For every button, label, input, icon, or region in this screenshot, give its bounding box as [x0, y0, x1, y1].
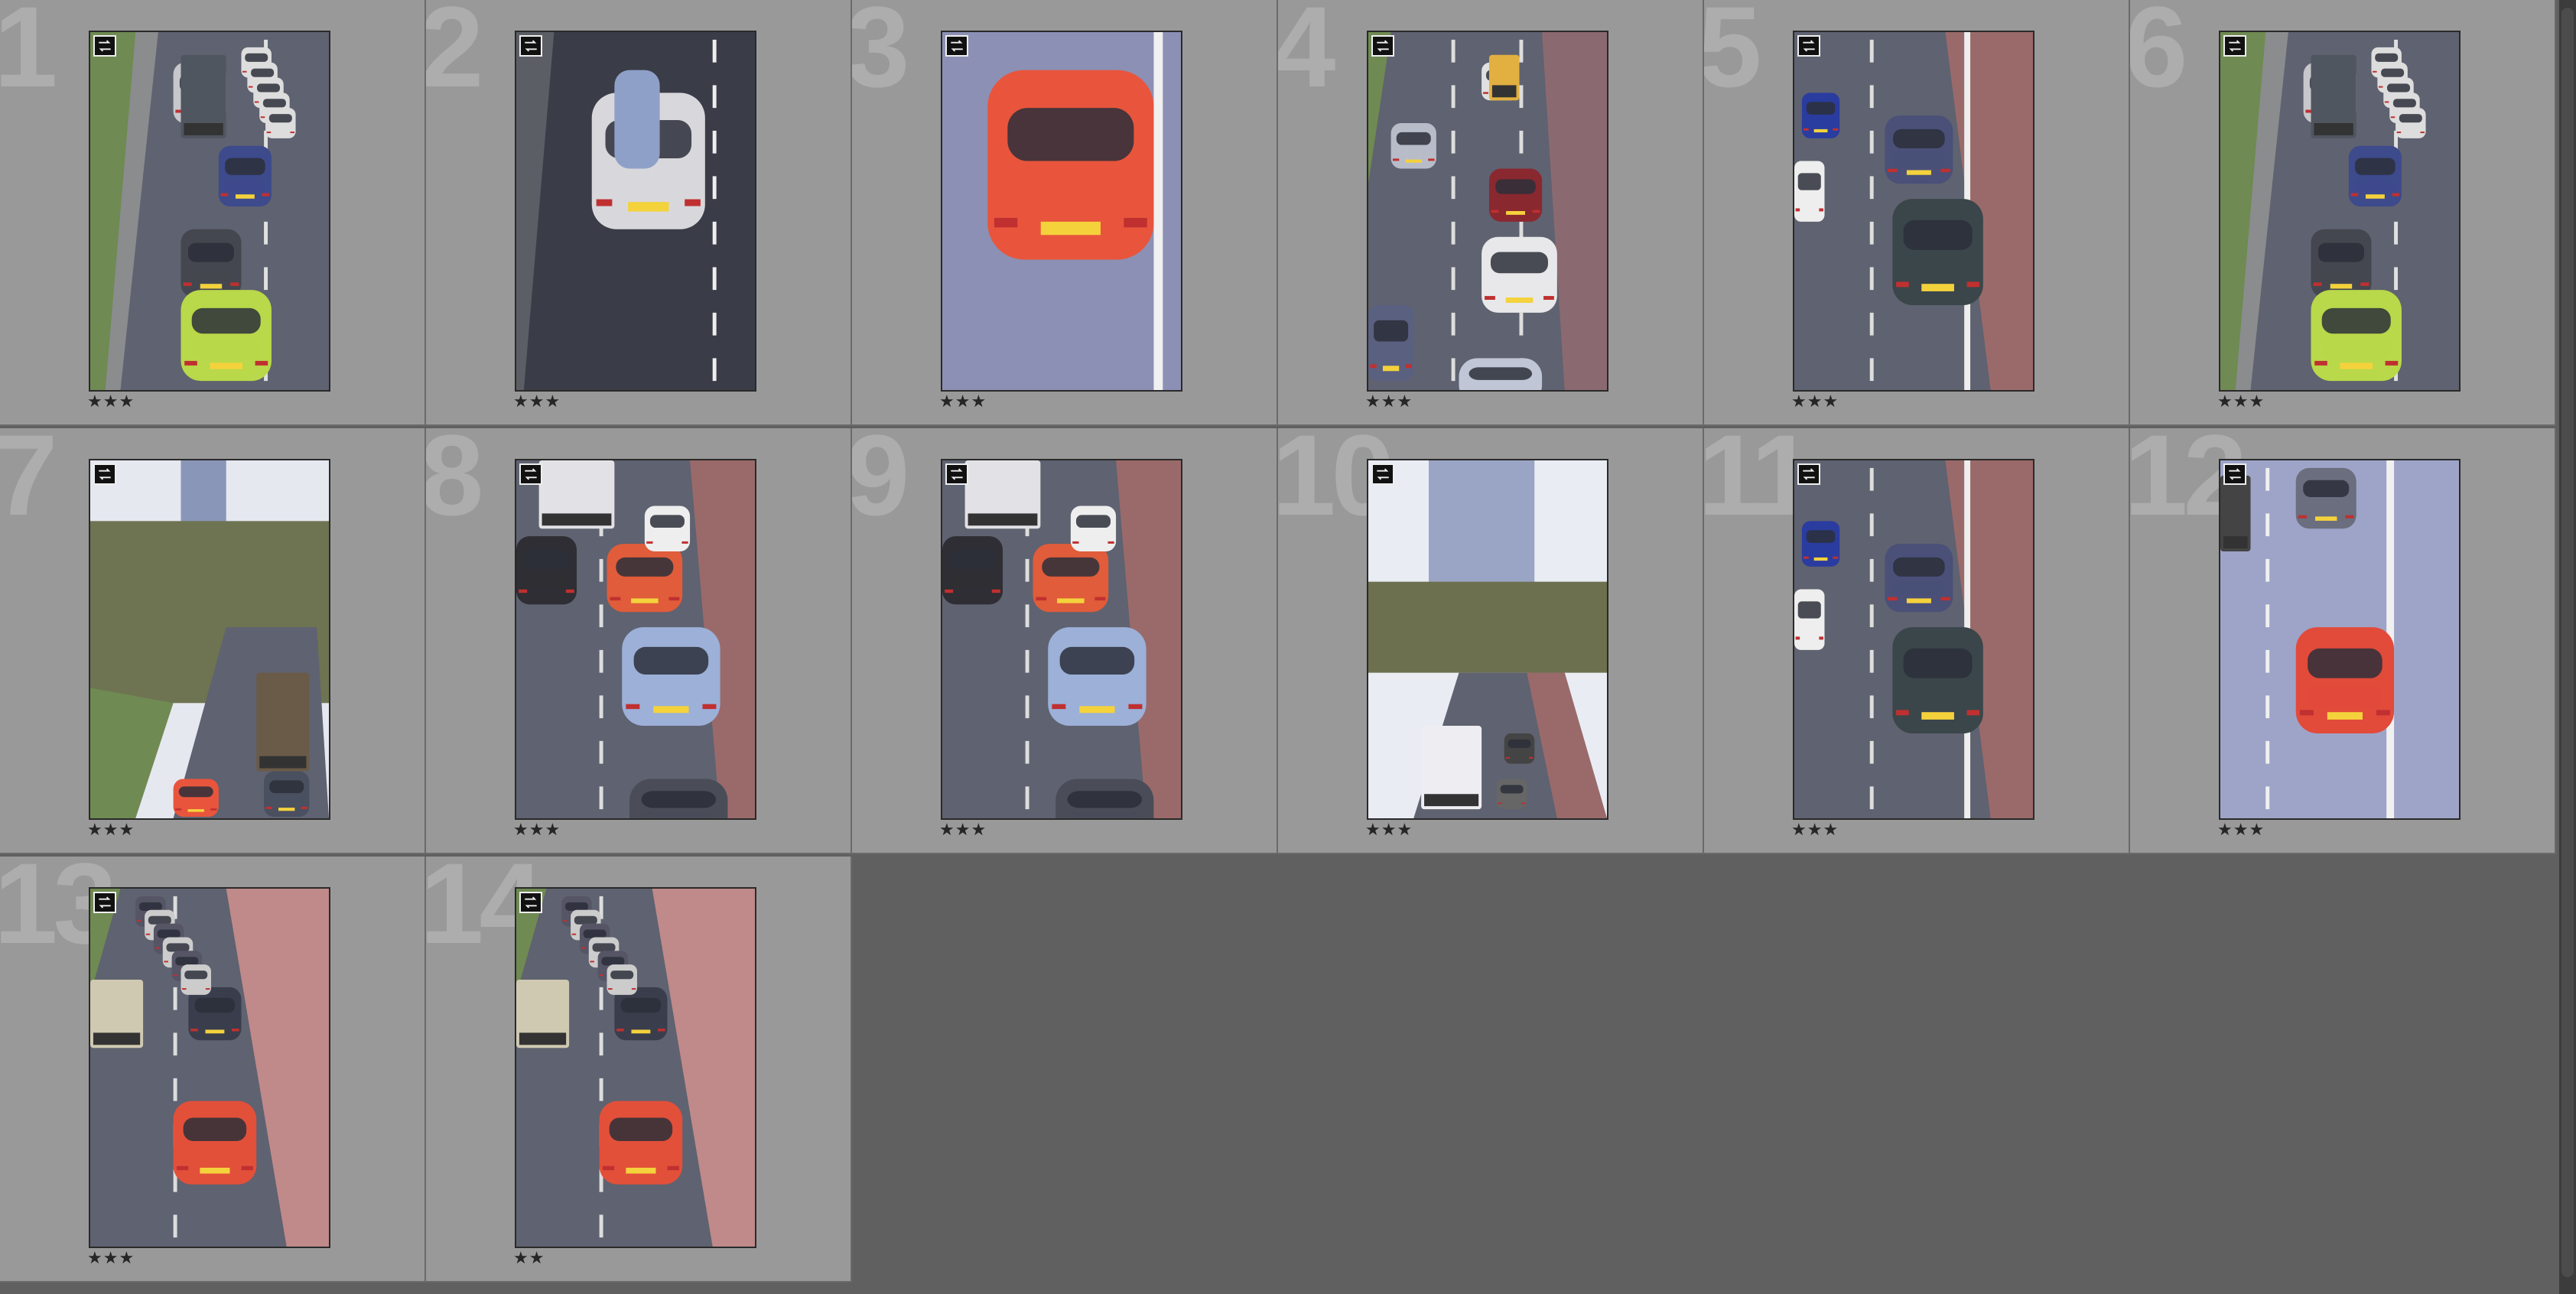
swap-arrows-icon[interactable]	[1371, 35, 1394, 57]
photo-thumbnail[interactable]	[515, 31, 756, 392]
scrollbar-thumb[interactable]	[2561, 8, 2574, 1277]
photo-thumbnail[interactable]	[89, 887, 330, 1248]
swap-arrows-icon[interactable]	[1797, 35, 1820, 57]
cell-index-number: 1	[0, 0, 57, 104]
photo-thumbnail[interactable]	[89, 459, 330, 820]
swap-arrows-icon[interactable]	[945, 463, 968, 485]
star-rating[interactable]: ★★★	[513, 820, 561, 841]
photo-thumbnail[interactable]	[515, 459, 756, 820]
star-rating[interactable]: ★★★	[87, 820, 135, 841]
star-rating[interactable]: ★★★	[1365, 392, 1413, 413]
swap-arrows-icon[interactable]	[2223, 463, 2246, 485]
star-rating[interactable]: ★★★	[2217, 392, 2265, 413]
cell-index-number: 6	[2130, 0, 2187, 104]
star-rating[interactable]: ★★★	[2217, 820, 2265, 841]
photo-thumbnail[interactable]	[941, 459, 1182, 820]
grid-cell[interactable]: 4 ★★★	[1278, 0, 1704, 426]
grid-cell[interactable]: 2 ★★★	[426, 0, 852, 426]
swap-arrows-icon[interactable]	[519, 892, 542, 913]
star-rating[interactable]: ★★★	[87, 1248, 135, 1270]
photo-thumbnail[interactable]	[1793, 31, 2034, 392]
grid-cell[interactable]: 13 ★★★	[0, 857, 426, 1283]
photo-thumbnail[interactable]	[515, 887, 756, 1248]
star-rating[interactable]: ★★★	[1365, 820, 1413, 841]
photo-thumbnail[interactable]	[941, 31, 1182, 392]
cell-index-number: 3	[852, 0, 909, 104]
grid-cell[interactable]: 1 ★★★	[0, 0, 426, 426]
cell-index-number: 8	[426, 428, 483, 532]
vertical-scrollbar[interactable]	[2559, 0, 2576, 1294]
grid-cell[interactable]: 14 ★★	[426, 857, 852, 1283]
grid-cell[interactable]: 10 ★★★	[1278, 428, 1704, 854]
grid-cell[interactable]: 9 ★★★	[852, 428, 1278, 854]
cell-index-number: 5	[1704, 0, 1761, 104]
grid-cell[interactable]: 5 ★★★	[1704, 0, 2130, 426]
cell-index-number: 7	[0, 428, 57, 532]
swap-arrows-icon[interactable]	[1797, 463, 1820, 485]
photo-thumbnail[interactable]	[2219, 31, 2461, 392]
cell-index-number: 2	[426, 0, 483, 104]
swap-arrows-icon[interactable]	[519, 35, 542, 57]
photo-thumbnail[interactable]	[89, 31, 330, 392]
star-rating[interactable]: ★★★	[939, 392, 987, 413]
star-rating[interactable]: ★★★	[1791, 820, 1839, 841]
grid-cell[interactable]: 3 ★★★	[852, 0, 1278, 426]
star-rating[interactable]: ★★	[513, 1248, 545, 1270]
grid-cell[interactable]: 12 ★★★	[2130, 428, 2556, 854]
cell-index-number: 9	[852, 428, 909, 532]
photo-thumbnail[interactable]	[2219, 459, 2461, 820]
grid-cell[interactable]: 7 ★★★	[0, 428, 426, 854]
grid-cell[interactable]: 6 ★★★	[2130, 0, 2556, 426]
cell-index-number: 4	[1278, 0, 1335, 104]
photo-thumbnail[interactable]	[1367, 459, 1608, 820]
swap-arrows-icon[interactable]	[945, 35, 968, 57]
photo-thumbnail[interactable]	[1367, 31, 1608, 392]
swap-arrows-icon[interactable]	[93, 35, 116, 57]
grid-view: 1★★★2★★★3★★★4★★★5★★★6★★★7★★★8★★★9★★★10★★…	[0, 0, 2576, 1294]
star-rating[interactable]: ★★★	[87, 392, 135, 413]
swap-arrows-icon[interactable]	[93, 463, 116, 485]
swap-arrows-icon[interactable]	[93, 892, 116, 913]
swap-arrows-icon[interactable]	[519, 463, 542, 485]
star-rating[interactable]: ★★★	[939, 820, 987, 841]
photo-thumbnail[interactable]	[1793, 459, 2034, 820]
grid-cell[interactable]: 8 ★★★	[426, 428, 852, 854]
star-rating[interactable]: ★★★	[513, 392, 561, 413]
grid-cell[interactable]: 11 ★★★	[1704, 428, 2130, 854]
swap-arrows-icon[interactable]	[1371, 463, 1394, 485]
swap-arrows-icon[interactable]	[2223, 35, 2246, 57]
star-rating[interactable]: ★★★	[1791, 392, 1839, 413]
